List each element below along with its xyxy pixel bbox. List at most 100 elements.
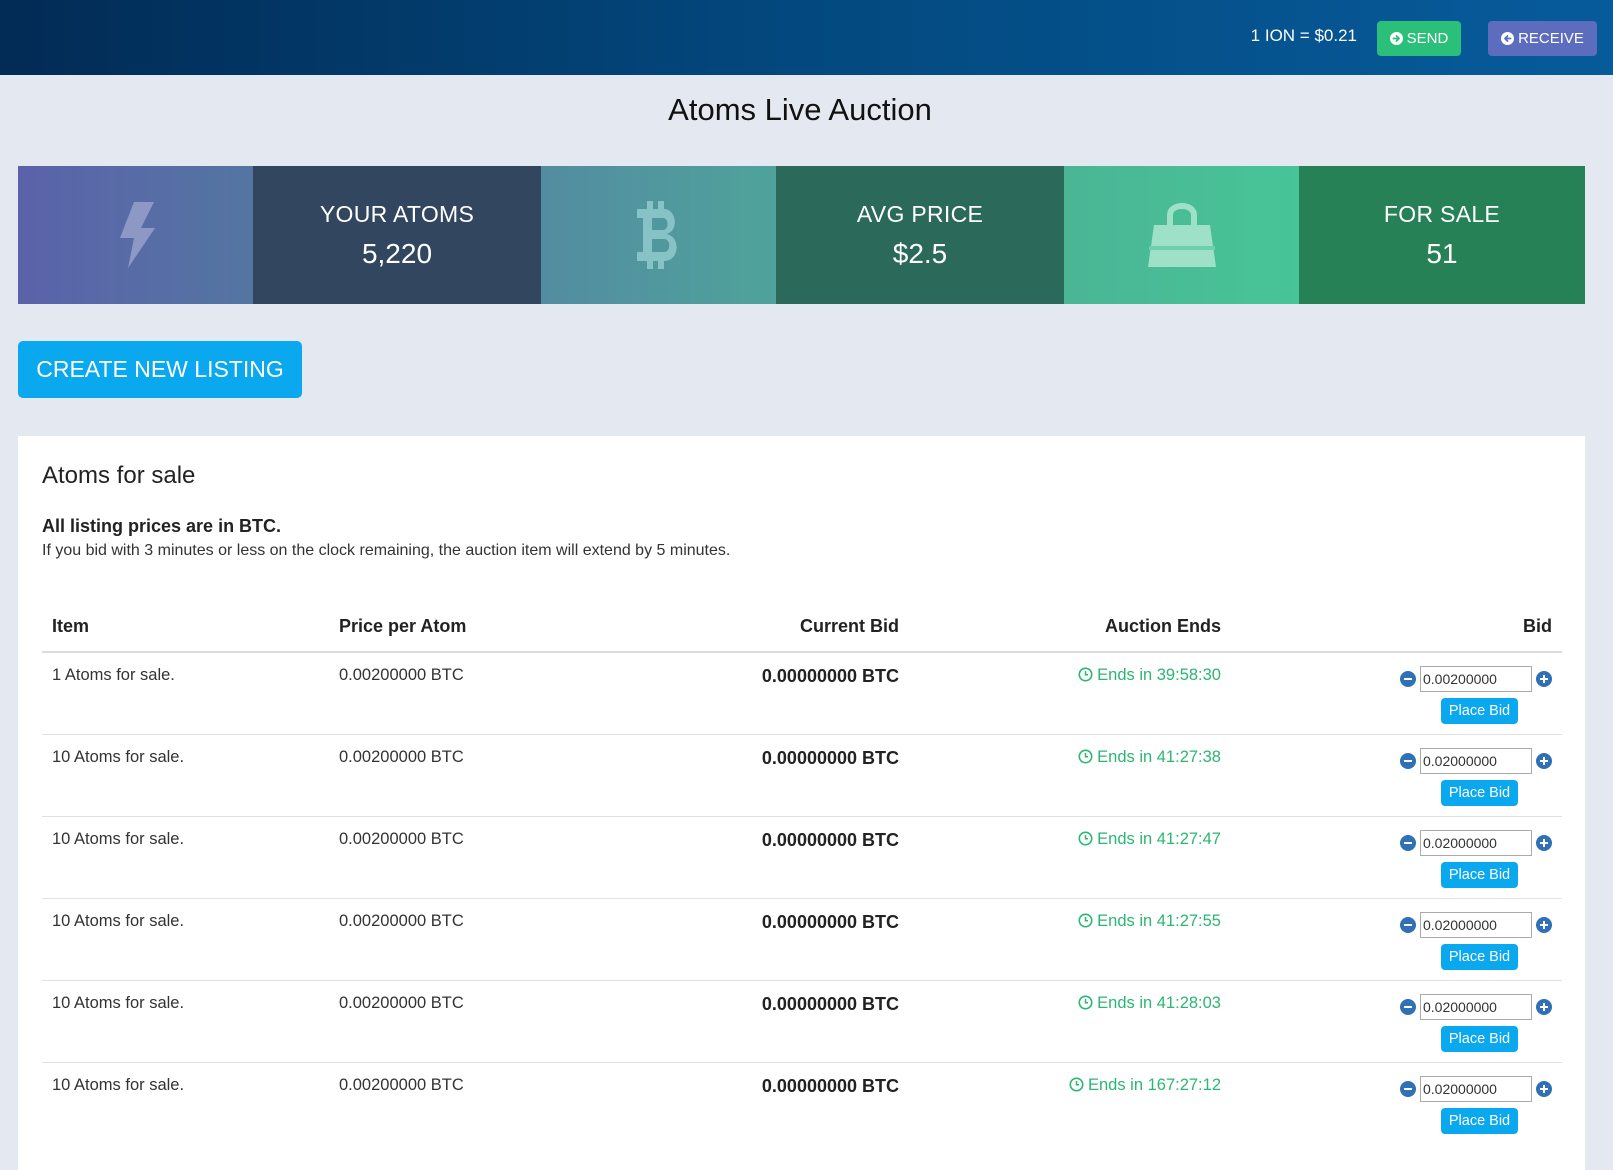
auction-ends-text: Ends in 41:27:47 — [1097, 829, 1221, 848]
bid-amount-input[interactable] — [1420, 993, 1532, 1020]
auction-ends-cell: Ends in 167:27:12 — [909, 1062, 1231, 1144]
bid-amount-input[interactable] — [1420, 1075, 1532, 1102]
avg-price-icon-tile — [541, 166, 776, 304]
bid-extension-note: If you bid with 3 minutes or less on the… — [42, 542, 731, 559]
increase-bid-button[interactable] — [1536, 916, 1552, 933]
current-bid-cell: 0.00000000 BTC — [761, 1075, 899, 1096]
price-cell: 0.00200000 BTC — [329, 734, 569, 817]
place-bid-button[interactable]: Place Bid — [1441, 779, 1518, 806]
clock-icon — [1078, 831, 1093, 845]
avg-price-stat: AVG PRICE $2.5 — [776, 166, 1064, 304]
auction-ends-text: Ends in 167:27:12 — [1087, 1075, 1221, 1094]
decrease-bid-button[interactable] — [1400, 671, 1416, 687]
clock-icon — [1078, 995, 1093, 1009]
listings-table: Item Price per Atom Current Bid Auction … — [42, 602, 1562, 1144]
send-button[interactable]: SEND — [1377, 21, 1461, 56]
place-bid-button[interactable]: Place Bid — [1441, 698, 1518, 724]
item-cell: 10 Atoms for sale. — [42, 816, 329, 899]
place-bid-button[interactable]: Place Bid — [1441, 861, 1518, 888]
place-bid-button[interactable]: Place Bid — [1441, 1107, 1518, 1134]
for-sale-label: FOR SALE — [1383, 200, 1501, 227]
table-row: 10 Atoms for sale. 0.00200000 BTC 0.0000… — [42, 1062, 1562, 1144]
table-row: 10 Atoms for sale. 0.00200000 BTC 0.0000… — [42, 898, 1562, 981]
col-bid: Bid — [1231, 602, 1562, 653]
price-cell: 0.00200000 BTC — [329, 980, 569, 1063]
for-sale-icon-tile — [1064, 166, 1299, 304]
receive-label: RECEIVE — [1518, 30, 1584, 47]
table-row: 1 Atoms for sale. 0.00200000 BTC 0.00000… — [42, 652, 1562, 735]
item-cell: 1 Atoms for sale. — [42, 652, 329, 735]
your-atoms-value: 5,220 — [361, 237, 433, 269]
increase-bid-button[interactable] — [1536, 752, 1552, 769]
clock-icon — [1078, 913, 1093, 927]
avg-price-label: AVG PRICE — [856, 200, 984, 227]
item-cell: 10 Atoms for sale. — [42, 898, 329, 981]
current-bid-cell: 0.00000000 BTC — [569, 734, 909, 817]
send-label: SEND — [1406, 30, 1449, 47]
bid-amount-input[interactable] — [1420, 829, 1532, 856]
bid-amount-input[interactable] — [1420, 747, 1532, 774]
arrow-left-circle-icon — [1501, 32, 1515, 45]
place-bid-button[interactable]: Place Bid — [1441, 943, 1518, 970]
decrease-bid-button[interactable] — [1400, 916, 1416, 933]
bid-amount-input[interactable] — [1420, 666, 1532, 692]
item-cell: 10 Atoms for sale. — [42, 734, 329, 817]
place-bid-button[interactable]: Place Bid — [1441, 1025, 1518, 1052]
table-row: 10 Atoms for sale. 0.00200000 BTC 0.0000… — [42, 816, 1562, 899]
auction-ends-text: Ends in 41:27:38 — [1097, 747, 1221, 766]
create-new-listing-button[interactable]: CREATE NEW LISTING — [18, 341, 302, 398]
plus-circle-icon — [1540, 1084, 1548, 1093]
minus-circle-icon — [1404, 759, 1412, 762]
minus-circle-icon — [1404, 923, 1412, 926]
price-cell: 0.00200000 BTC — [329, 652, 569, 735]
decrease-bid-button[interactable] — [1400, 752, 1416, 769]
table-header-row: Item Price per Atom Current Bid Auction … — [42, 602, 1562, 653]
stats-bar: YOUR ATOMS 5,220 AVG PRICE $2.5 FOR SALE… — [18, 166, 1585, 304]
increase-bid-button[interactable] — [1536, 834, 1552, 851]
plus-circle-icon — [1540, 838, 1548, 847]
atoms-icon-tile — [18, 166, 253, 304]
your-atoms-label: YOUR ATOMS — [319, 200, 475, 227]
minus-circle-icon — [1404, 1087, 1412, 1090]
receive-button[interactable]: RECEIVE — [1488, 21, 1597, 56]
arrow-right-circle-icon — [1389, 32, 1403, 45]
auction-ends-cell: Ends in 41:27:47 — [909, 816, 1231, 899]
bid-amount-input[interactable] — [1420, 911, 1532, 938]
shopping-bag-icon — [1147, 203, 1216, 267]
clock-icon — [1069, 1077, 1084, 1091]
plus-circle-icon — [1540, 756, 1548, 765]
plus-circle-icon — [1540, 1002, 1548, 1011]
current-bid-cell: 0.00000000 BTC — [569, 980, 909, 1063]
price-note: All listing prices are in BTC. — [42, 516, 282, 536]
decrease-bid-button[interactable] — [1400, 834, 1416, 851]
col-auction-ends: Auction Ends — [909, 602, 1231, 653]
col-price: Price per Atom — [329, 602, 569, 653]
decrease-bid-button[interactable] — [1400, 998, 1416, 1015]
bitcoin-icon — [636, 201, 677, 269]
table-row: 10 Atoms for sale. 0.00200000 BTC 0.0000… — [42, 734, 1562, 817]
price-cell: 0.00200000 BTC — [329, 898, 569, 981]
increase-bid-button[interactable] — [1536, 1080, 1552, 1097]
current-bid-cell: 0.00000000 BTC — [569, 816, 909, 899]
increase-bid-button[interactable] — [1536, 671, 1552, 687]
your-atoms-stat: YOUR ATOMS 5,220 — [253, 166, 541, 304]
price-cell: 0.00200000 BTC — [329, 816, 569, 899]
item-cell: 10 Atoms for sale. — [42, 980, 329, 1063]
item-cell: 10 Atoms for sale. — [52, 1075, 185, 1094]
top-header: 1 ION = $0.21 SEND RECEIVE — [0, 0, 1613, 75]
col-current-bid: Current Bid — [569, 602, 909, 653]
auction-ends-text: Ends in 41:27:55 — [1097, 911, 1221, 930]
auction-ends-cell: Ends in 41:27:38 — [909, 734, 1231, 817]
current-bid-cell: 0.00000000 BTC — [569, 898, 909, 981]
ion-rate: 1 ION = $0.21 — [1250, 26, 1357, 45]
auction-ends-text: Ends in 39:58:30 — [1097, 666, 1221, 684]
avg-price-value: $2.5 — [892, 237, 948, 269]
clock-icon — [1078, 749, 1093, 763]
decrease-bid-button[interactable] — [1400, 1080, 1416, 1097]
increase-bid-button[interactable] — [1536, 998, 1552, 1015]
bid-cell: Place Bid — [1231, 734, 1562, 817]
bid-cell: Place Bid — [1231, 898, 1562, 981]
for-sale-value: 51 — [1426, 237, 1458, 269]
bid-cell: Place Bid — [1231, 816, 1562, 899]
auction-ends-cell: Ends in 41:28:03 — [909, 980, 1231, 1063]
